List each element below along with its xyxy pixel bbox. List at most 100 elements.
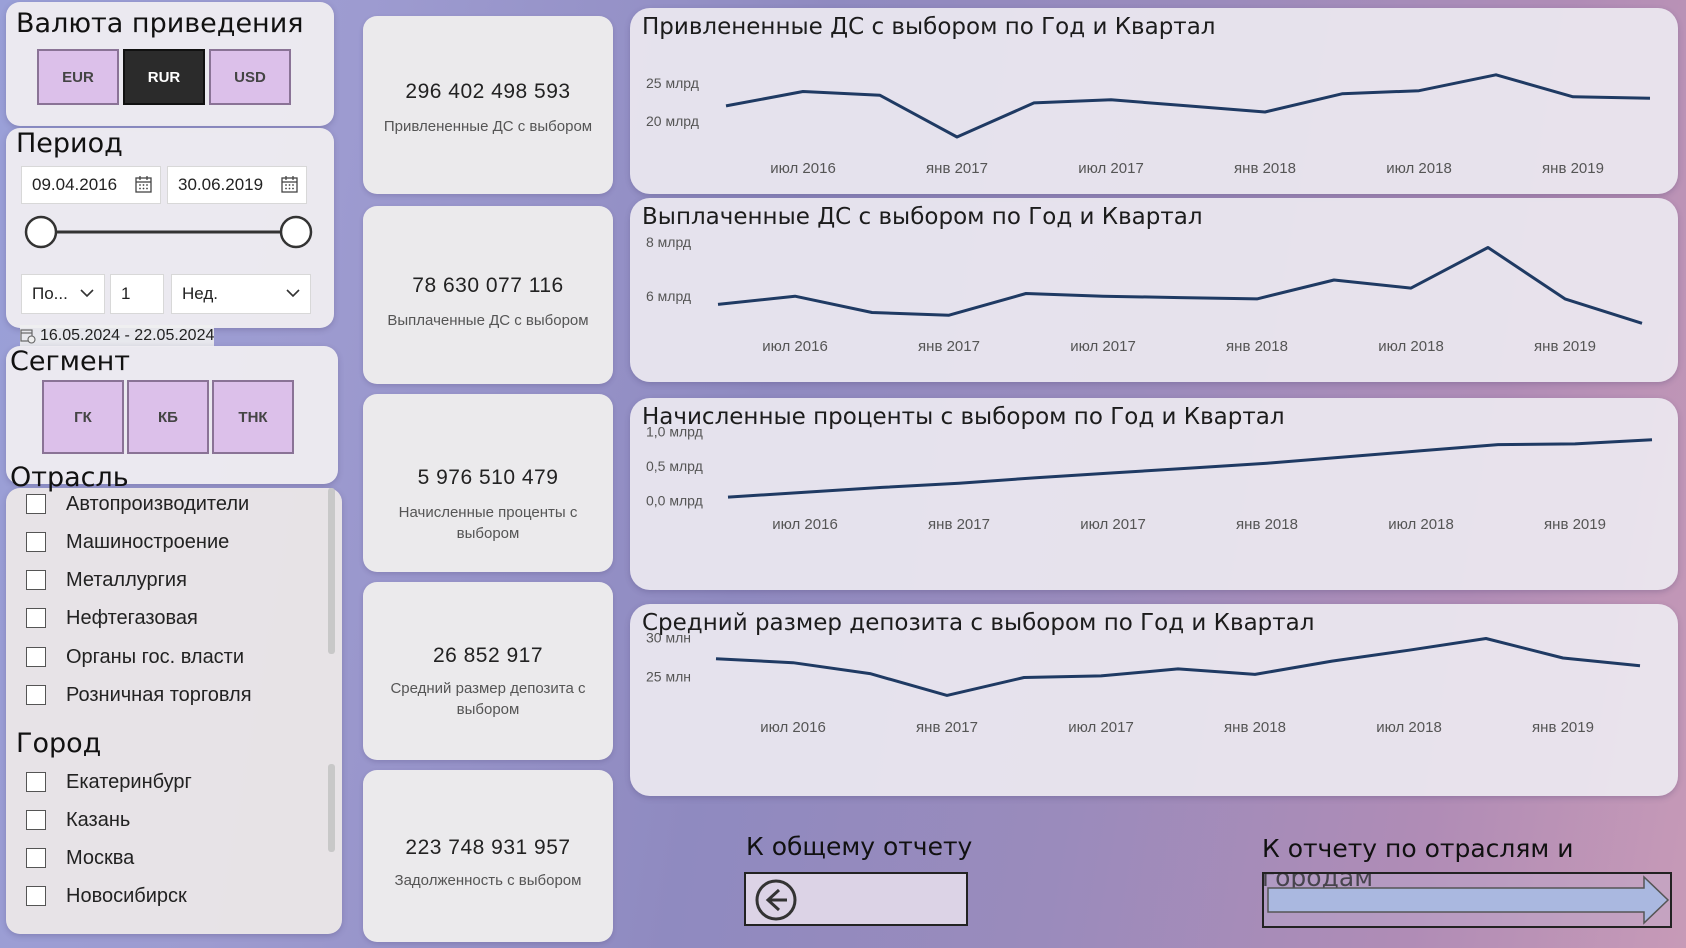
- checkbox[interactable]: [26, 570, 46, 590]
- industry-item[interactable]: Нефтегазовая: [26, 604, 198, 632]
- data-point[interactable]: [1332, 278, 1336, 282]
- checkbox[interactable]: [26, 647, 46, 667]
- relative-count-input[interactable]: 1: [110, 274, 164, 314]
- data-point[interactable]: [1573, 442, 1577, 446]
- industry-item[interactable]: Автопроизводители: [26, 490, 249, 518]
- checkbox[interactable]: [26, 685, 46, 705]
- currency-usd-button[interactable]: USD: [209, 49, 291, 105]
- data-point[interactable]: [1486, 246, 1490, 250]
- data-point[interactable]: [716, 302, 720, 306]
- data-point[interactable]: [1496, 443, 1500, 447]
- data-point[interactable]: [1563, 297, 1567, 301]
- data-point[interactable]: [1340, 92, 1344, 96]
- relative-type-select[interactable]: По...: [21, 274, 105, 314]
- data-point[interactable]: [1022, 675, 1026, 679]
- data-point[interactable]: [1484, 636, 1488, 640]
- kpi-label: Привлененные ДС с выбором: [383, 118, 593, 135]
- data-point[interactable]: [945, 693, 949, 697]
- calendar-icon[interactable]: [135, 176, 152, 193]
- data-point[interactable]: [724, 104, 728, 108]
- industry-scrollbar[interactable]: [328, 488, 335, 654]
- data-point[interactable]: [1561, 656, 1565, 660]
- data-point[interactable]: [878, 93, 882, 97]
- checkbox[interactable]: [26, 772, 46, 792]
- data-point[interactable]: [1255, 297, 1259, 301]
- data-point[interactable]: [1188, 466, 1192, 470]
- checkbox[interactable]: [26, 532, 46, 552]
- data-point[interactable]: [1109, 98, 1113, 102]
- industry-item[interactable]: Металлургия: [26, 566, 187, 594]
- checkbox[interactable]: [26, 494, 46, 514]
- kpi-value: 78 630 077 116: [412, 274, 564, 297]
- data-point[interactable]: [955, 135, 959, 139]
- industry-item[interactable]: Машиностроение: [26, 528, 229, 556]
- data-point[interactable]: [1111, 471, 1115, 475]
- data-point[interactable]: [1099, 674, 1103, 678]
- data-point[interactable]: [1638, 664, 1642, 668]
- data-point[interactable]: [870, 310, 874, 314]
- data-point[interactable]: [1178, 296, 1182, 300]
- city-item[interactable]: Новосибирск: [26, 882, 187, 910]
- data-point[interactable]: [868, 672, 872, 676]
- data-point[interactable]: [793, 294, 797, 298]
- data-point[interactable]: [1176, 667, 1180, 671]
- city-item[interactable]: Казань: [26, 806, 130, 834]
- city-item[interactable]: Москва: [26, 844, 134, 872]
- data-point[interactable]: [1342, 455, 1346, 459]
- data-point[interactable]: [1253, 672, 1257, 676]
- checkbox[interactable]: [26, 848, 46, 868]
- back-button[interactable]: [744, 872, 968, 926]
- data-point[interactable]: [947, 313, 951, 317]
- arrow-left-circle-icon: [755, 879, 797, 921]
- relative-unit-select[interactable]: Нед.: [171, 274, 311, 314]
- data-point[interactable]: [726, 495, 730, 499]
- currency-eur-button[interactable]: EUR: [37, 49, 119, 105]
- data-point[interactable]: [1640, 321, 1644, 325]
- data-point[interactable]: [1330, 659, 1334, 663]
- data-point[interactable]: [714, 657, 718, 661]
- currency-rur-button[interactable]: RUR: [123, 49, 205, 105]
- data-point[interactable]: [1263, 110, 1267, 114]
- data-point[interactable]: [1407, 648, 1411, 652]
- date-range-slider[interactable]: [21, 212, 321, 252]
- data-point[interactable]: [1650, 438, 1654, 442]
- data-point[interactable]: [1024, 292, 1028, 296]
- checkbox[interactable]: [26, 810, 46, 830]
- segment-gk-button[interactable]: ГК: [42, 380, 124, 454]
- data-point[interactable]: [1034, 476, 1038, 480]
- data-point[interactable]: [1409, 286, 1413, 290]
- x-tick-label: июл 2017: [1068, 719, 1134, 736]
- data-point[interactable]: [791, 661, 795, 665]
- calendar-clock-icon: [20, 329, 36, 344]
- data-point[interactable]: [957, 481, 961, 485]
- chart-interest-svg: 1,0 млрд 0,5 млрд 0,0 млрд июл 2016 янв 2017…: [646, 423, 1654, 533]
- data-point[interactable]: [1571, 95, 1575, 99]
- data-point[interactable]: [1032, 101, 1036, 105]
- period-panel: Период 09.04.2016 30.06.2019 По... 1 Нед…: [6, 128, 334, 328]
- data-point[interactable]: [1494, 73, 1498, 77]
- checkbox[interactable]: [26, 886, 46, 906]
- kpi-label: Начисленные проценты с выбором: [398, 504, 578, 542]
- data-point[interactable]: [1101, 294, 1105, 298]
- end-date-input[interactable]: 30.06.2019: [167, 166, 307, 204]
- x-tick-label: янв 2017: [918, 338, 980, 355]
- data-point[interactable]: [1265, 461, 1269, 465]
- data-point[interactable]: [803, 490, 807, 494]
- data-point[interactable]: [1417, 89, 1421, 93]
- city-scrollbar[interactable]: [328, 764, 335, 852]
- segment-kb-button[interactable]: КБ: [127, 380, 209, 454]
- data-point[interactable]: [1648, 96, 1652, 100]
- kpi-value: 223 748 931 957: [405, 836, 571, 859]
- calendar-icon[interactable]: [281, 176, 298, 193]
- industry-item[interactable]: Органы гос. власти: [26, 643, 244, 671]
- data-point[interactable]: [1186, 104, 1190, 108]
- city-item[interactable]: Екатеринбург: [26, 768, 192, 796]
- data-point[interactable]: [801, 89, 805, 93]
- forward-button[interactable]: [1262, 872, 1672, 928]
- checkbox[interactable]: [26, 608, 46, 628]
- data-point[interactable]: [1419, 449, 1423, 453]
- data-point[interactable]: [880, 485, 884, 489]
- segment-tnk-button[interactable]: ТНК: [212, 380, 294, 454]
- start-date-input[interactable]: 09.04.2016: [21, 166, 161, 204]
- industry-item[interactable]: Розничная торговля: [26, 681, 252, 709]
